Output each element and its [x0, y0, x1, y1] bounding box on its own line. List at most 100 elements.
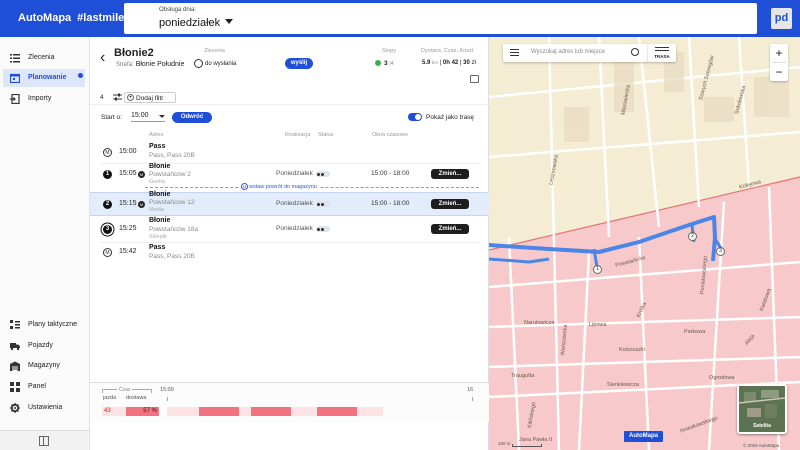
- street-label: Narutowicza: [524, 320, 555, 326]
- row-client: Sklepik: [149, 234, 167, 240]
- collapse-sidebar-button[interactable]: [0, 430, 89, 450]
- sidebar-item-pojazdy[interactable]: Pojazdy: [0, 337, 88, 355]
- search-icon[interactable]: [631, 48, 639, 56]
- map-search-input[interactable]: Wyszukaj adres lub miejsce: [531, 49, 605, 55]
- map-search-bar[interactable]: Wyszukaj adres lub miejsce: [503, 44, 648, 62]
- sidebar-item-label: Panel: [28, 383, 46, 390]
- list-icon: [10, 54, 20, 63]
- sidebar-item-label: Importy: [28, 95, 52, 102]
- start-time-value: 15:00: [131, 112, 149, 119]
- brand-logo[interactable]: AutoMapa #lastmile: [18, 12, 124, 24]
- orders-label: Zlecenia: [204, 48, 225, 54]
- timeline-segment-delivery: [251, 407, 291, 416]
- street-label: Traugutta: [511, 373, 535, 379]
- grid-icon: [10, 382, 20, 392]
- row-client: Media: [149, 207, 164, 213]
- route-button-label: TRASA: [654, 54, 670, 59]
- map-pin[interactable]: 3: [716, 247, 725, 256]
- timeline-segment-drive: [239, 407, 251, 416]
- table-row[interactable]: 3 15:25 Błonie Powstańców 18a Sklepik Po…: [90, 217, 489, 241]
- map-pin[interactable]: 1: [593, 265, 602, 274]
- street-label: Jana Pawła II: [519, 437, 553, 443]
- calendar-icon: [10, 73, 20, 83]
- route-metrics: 5.9 km | 0h 42 | 30 zł: [422, 60, 476, 66]
- change-button[interactable]: Zmień...: [431, 199, 469, 209]
- stop-number: 2: [103, 200, 112, 209]
- distance-unit: km: [432, 60, 439, 65]
- sidebar-item-plany-taktyczne[interactable]: Plany taktyczne: [0, 316, 88, 334]
- day-selector[interactable]: Obsługa dnia: poniedziałek: [124, 3, 757, 34]
- hamburger-menu-icon[interactable]: [510, 49, 519, 56]
- stop-number: 1: [103, 170, 112, 179]
- delivery-label: dostawa: [126, 395, 147, 401]
- chevron-down-icon: [159, 115, 165, 118]
- route-name: Błonie2: [114, 47, 154, 59]
- add-filter-button[interactable]: + Dodaj filtr: [124, 92, 176, 103]
- back-icon[interactable]: ‹: [100, 49, 105, 67]
- row-time: 15:25: [119, 225, 137, 232]
- print-icon[interactable]: [470, 75, 479, 83]
- timeline-segment-drive: [291, 407, 317, 416]
- status-dot-icon: [375, 60, 381, 67]
- zoom-controls: + −: [770, 44, 788, 81]
- header-time-window: Okno czasowe: [372, 132, 409, 138]
- filter-sliders-icon[interactable]: [113, 93, 122, 101]
- table-row-selected[interactable]: 2 15:15 M Błonie Powstańcow 12 Media Pon…: [90, 191, 489, 216]
- top-bar: AutoMapa #lastmile Obsługa dnia: poniedzi…: [0, 0, 800, 37]
- sidebar-item-label: Ustawienia: [28, 404, 63, 411]
- insert-return-button[interactable]: Mwstaw powrót do magazynu: [239, 183, 319, 190]
- delivery-unit: %: [151, 408, 157, 414]
- sidebar-item-label: Planowanie: [28, 74, 67, 81]
- row-time: 15:42: [119, 248, 137, 255]
- delivery-number: 57: [143, 408, 150, 414]
- table-row[interactable]: M 15:00 Pass Pass, Pass 20B: [90, 141, 489, 163]
- route-icon: [655, 47, 669, 51]
- filter-count: 4: [100, 94, 104, 101]
- header-address: Adres: [149, 132, 164, 138]
- building-blocks: [564, 52, 789, 142]
- user-avatar[interactable]: pd: [771, 8, 792, 29]
- show-route-toggle[interactable]: [408, 113, 422, 121]
- divider: [90, 104, 489, 105]
- row-address: Pass, Pass 20B: [149, 152, 195, 159]
- orders-status-text: do wysłania: [205, 61, 237, 68]
- sidebar-item-label: Magazyny: [28, 362, 60, 369]
- zone-value: Błonie Południe: [135, 61, 185, 68]
- start-time-select[interactable]: 15:00: [131, 112, 165, 122]
- timeline-start-hour: 15:00: [160, 387, 174, 393]
- depot-icon: M: [241, 183, 248, 190]
- sidebar-item-importy[interactable]: Importy: [0, 90, 88, 108]
- zoom-out-button[interactable]: −: [770, 63, 788, 81]
- distance-value: 5.9: [422, 60, 431, 66]
- check-circle-icon: [194, 59, 203, 68]
- table-row[interactable]: M 15:42 Pass Pass, Pass 20B: [90, 242, 489, 264]
- collapse-icon: [39, 436, 49, 446]
- map-pin[interactable]: 2: [688, 232, 697, 241]
- row-name: Pass: [149, 143, 166, 150]
- row-realization: Poniedziałek: [276, 225, 313, 232]
- drive-value: 43: [102, 407, 126, 416]
- route-zone: Strefa: Błonie Południe: [116, 61, 184, 68]
- depot-marker: M: [103, 248, 112, 257]
- stops-total: /4: [389, 61, 394, 67]
- sidebar-item-label: Pojazdy: [28, 342, 53, 349]
- start-label: Start o:: [101, 114, 122, 121]
- sidebar-item-ustawienia[interactable]: Ustawienia: [0, 399, 88, 417]
- satellite-toggle[interactable]: Satelita: [737, 384, 787, 434]
- orders-status: do wysłania: [194, 59, 236, 68]
- row-time: 15:05: [119, 170, 137, 177]
- sidebar-item-zlecenia[interactable]: Zlecenia: [0, 49, 88, 67]
- change-button[interactable]: Zmień...: [431, 224, 469, 234]
- change-button[interactable]: Zmień...: [431, 169, 469, 179]
- route-toggle-button[interactable]: TRASA: [648, 44, 676, 62]
- reverse-button[interactable]: Odwróć: [172, 112, 212, 123]
- sidebar-item-planowanie[interactable]: Planowanie: [3, 69, 85, 87]
- zoom-in-button[interactable]: +: [770, 44, 788, 62]
- send-button[interactable]: wyślij: [285, 58, 313, 69]
- sidebar-item-magazyny[interactable]: Magazyny: [0, 357, 88, 375]
- street-label: Lipowa: [589, 322, 607, 328]
- marker-icon: M: [138, 171, 145, 178]
- table-row[interactable]: 1 15:05 M Błonie Powstańców 2 Gestia Pon…: [90, 163, 489, 185]
- row-address: Powstańców 2: [149, 171, 191, 178]
- sidebar-item-panel[interactable]: Panel: [0, 378, 88, 396]
